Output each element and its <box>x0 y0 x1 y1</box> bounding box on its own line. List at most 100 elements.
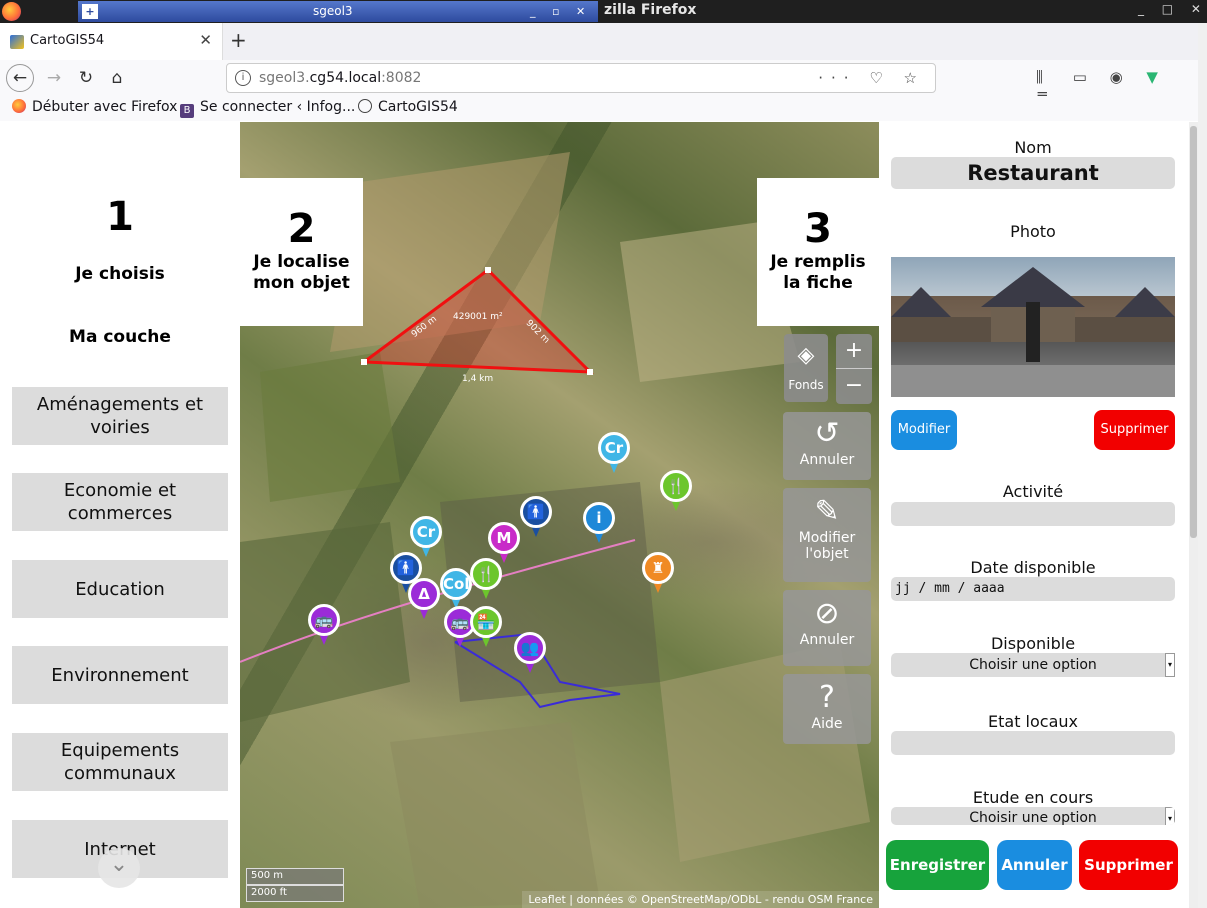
map-view[interactable]: 429001 m² 960 m 902 m 1,4 km 2 Je locali… <box>240 122 879 908</box>
etat-field[interactable] <box>891 731 1175 755</box>
step2-label-2: mon objet <box>253 273 350 293</box>
disponible-value: Choisir une option <box>969 657 1097 673</box>
marker-icon: Cr <box>410 516 442 548</box>
marker-icon: ♜ <box>642 552 674 584</box>
library-icon[interactable]: ⫼ <box>1036 68 1068 86</box>
edit-label-1: Modifier <box>798 530 856 546</box>
step3-number: 3 <box>804 206 832 252</box>
browser-tab[interactable]: CartoGIS54 ✕ <box>0 23 223 60</box>
marker-icon: Δ <box>408 578 440 610</box>
map-marker[interactable]: Δ <box>408 578 440 622</box>
layer-button-education[interactable]: Education <box>12 560 228 618</box>
account-icon[interactable]: ◉ <box>1110 68 1142 86</box>
measure-base: 1,4 km <box>462 374 494 384</box>
marker-icon: Col <box>440 568 472 600</box>
window-frame <box>1198 23 1207 908</box>
firefox-icon <box>12 99 26 113</box>
cancel-measure-button[interactable]: ⊘ Annuler <box>783 590 871 666</box>
back-icon[interactable]: ← <box>6 64 34 92</box>
zoom-out-button[interactable]: − <box>836 369 872 404</box>
bookmark-cartogis[interactable]: CartoGIS54 <box>358 99 458 115</box>
os-titlebar: + sgeol3 _ ▫ ✕ zilla Firefox _ □ ✕ <box>0 0 1207 23</box>
etude-select[interactable]: Choisir une option ▾ <box>891 807 1175 825</box>
zoom-in-button[interactable]: + <box>836 334 872 369</box>
map-marker[interactable]: 🚹 <box>520 496 552 540</box>
bookmarks-bar: Débuter avec Firefox B Se connecter ‹ Inf… <box>0 96 1198 121</box>
nom-field[interactable]: Restaurant <box>891 157 1175 189</box>
marker-icon: Cr <box>598 432 630 464</box>
cancel-measure-label: Annuler <box>799 632 855 648</box>
layer-button-amenagements[interactable]: Aménagements et voiries <box>12 387 228 445</box>
window-controls[interactable]: _ □ ✕ <box>1138 2 1201 16</box>
undo-button[interactable]: ↺ Annuler <box>783 412 871 480</box>
map-marker[interactable]: 👥 <box>514 632 546 676</box>
page-actions-icon[interactable]: ··· ♡ ☆ <box>818 69 925 87</box>
disponible-label: Disponible <box>990 634 1076 653</box>
nav-bar: ← → ↻ ⌂ i sgeol3.cg54.local:8082 ··· ♡ ☆… <box>0 60 1198 104</box>
url-text[interactable]: sgeol3.cg54.local:8082 <box>259 70 421 86</box>
help-label: Aide <box>811 716 843 732</box>
taskbar-entry[interactable]: + sgeol3 _ ▫ ✕ <box>78 1 598 22</box>
save-button[interactable]: Enregistrer <box>886 840 989 890</box>
map-marker[interactable]: 🚌 <box>308 604 340 648</box>
marker-icon: 🚌 <box>308 604 340 636</box>
scrollbar-thumb[interactable] <box>1190 126 1197 538</box>
etat-label: Etat locaux <box>988 712 1078 731</box>
close-icon[interactable]: ✕ <box>576 1 585 22</box>
photo-image <box>891 257 1175 397</box>
modify-photo-button[interactable]: Modifier <box>891 410 957 450</box>
edit-object-button[interactable]: ✎ Modifier l'objet <box>783 488 871 582</box>
form-scrollbar[interactable] <box>1189 122 1198 908</box>
bootstrap-icon: B <box>180 104 194 118</box>
extension-icon[interactable]: ▼ <box>1146 68 1178 86</box>
undo-label: Annuler <box>799 452 855 468</box>
map-attribution[interactable]: Leaflet | données © OpenStreetMap/ODbL -… <box>522 891 879 908</box>
date-field[interactable]: jj / mm / aaaa <box>891 577 1175 601</box>
tab-close-icon[interactable]: ✕ <box>199 31 212 49</box>
step3-panel: 3 Je remplis la fiche <box>757 178 879 326</box>
layer-button-equipements[interactable]: Equipements communaux <box>12 733 228 791</box>
sub-label: Ma couche <box>69 327 171 347</box>
forward-icon[interactable]: → <box>40 64 68 92</box>
chevron-down-icon[interactable]: ⌄ <box>98 848 140 888</box>
marker-icon: 👥 <box>514 632 546 664</box>
scale-metric: 500 m <box>246 868 344 885</box>
bookmark-firefox[interactable]: Débuter avec Firefox <box>12 99 177 115</box>
layer-button-economie[interactable]: Economie et commerces <box>12 473 228 531</box>
firefox-icon[interactable] <box>2 2 21 21</box>
etude-label: Etude en cours <box>972 788 1094 807</box>
layer-button-environnement[interactable]: Environnement <box>12 646 228 704</box>
etude-value: Choisir une option <box>969 810 1097 825</box>
step2-panel: 2 Je localise mon objet <box>240 178 363 326</box>
sidebar-icon[interactable]: ▭ <box>1073 68 1105 86</box>
map-marker[interactable]: 🍴 <box>660 470 692 514</box>
map-marker[interactable]: ♜ <box>642 552 674 596</box>
restore-icon[interactable]: ▫ <box>552 1 559 22</box>
marker-icon: 🍴 <box>660 470 692 502</box>
help-button[interactable]: ? Aide <box>783 674 871 744</box>
chevron-down-icon: ▾ <box>1165 653 1175 677</box>
new-tab-icon[interactable]: + <box>230 28 247 52</box>
map-marker[interactable]: Cr <box>598 432 630 476</box>
delete-button[interactable]: Supprimer <box>1079 840 1178 890</box>
map-marker[interactable]: 🍴 <box>470 558 502 602</box>
measure-area: 429001 m² <box>453 312 503 322</box>
marker-icon: i <box>583 502 615 534</box>
reload-icon[interactable]: ↻ <box>72 64 100 92</box>
delete-photo-button[interactable]: Supprimer <box>1094 410 1175 450</box>
minimize-icon[interactable]: _ <box>530 1 536 22</box>
activite-field[interactable] <box>891 502 1175 526</box>
step3-label-2: la fiche <box>783 273 853 293</box>
bookmark-infog[interactable]: B Se connecter ‹ Infog... <box>180 99 355 118</box>
home-icon[interactable]: ⌂ <box>103 64 131 92</box>
url-bar[interactable]: i sgeol3.cg54.local:8082 ··· ♡ ☆ <box>226 63 936 93</box>
basemap-switcher[interactable]: ◈ Fonds <box>784 334 828 402</box>
scale-bar: 500 m 2000 ft <box>246 868 344 902</box>
chevron-down-icon: ▾ <box>1165 807 1175 825</box>
cancel-button[interactable]: Annuler <box>997 840 1072 890</box>
disponible-select[interactable]: Choisir une option ▾ <box>891 653 1175 677</box>
help-icon: ? <box>819 680 835 715</box>
map-marker[interactable]: 🏪 <box>470 606 502 650</box>
map-marker[interactable]: i <box>583 502 615 546</box>
site-info-icon[interactable]: i <box>235 70 251 86</box>
